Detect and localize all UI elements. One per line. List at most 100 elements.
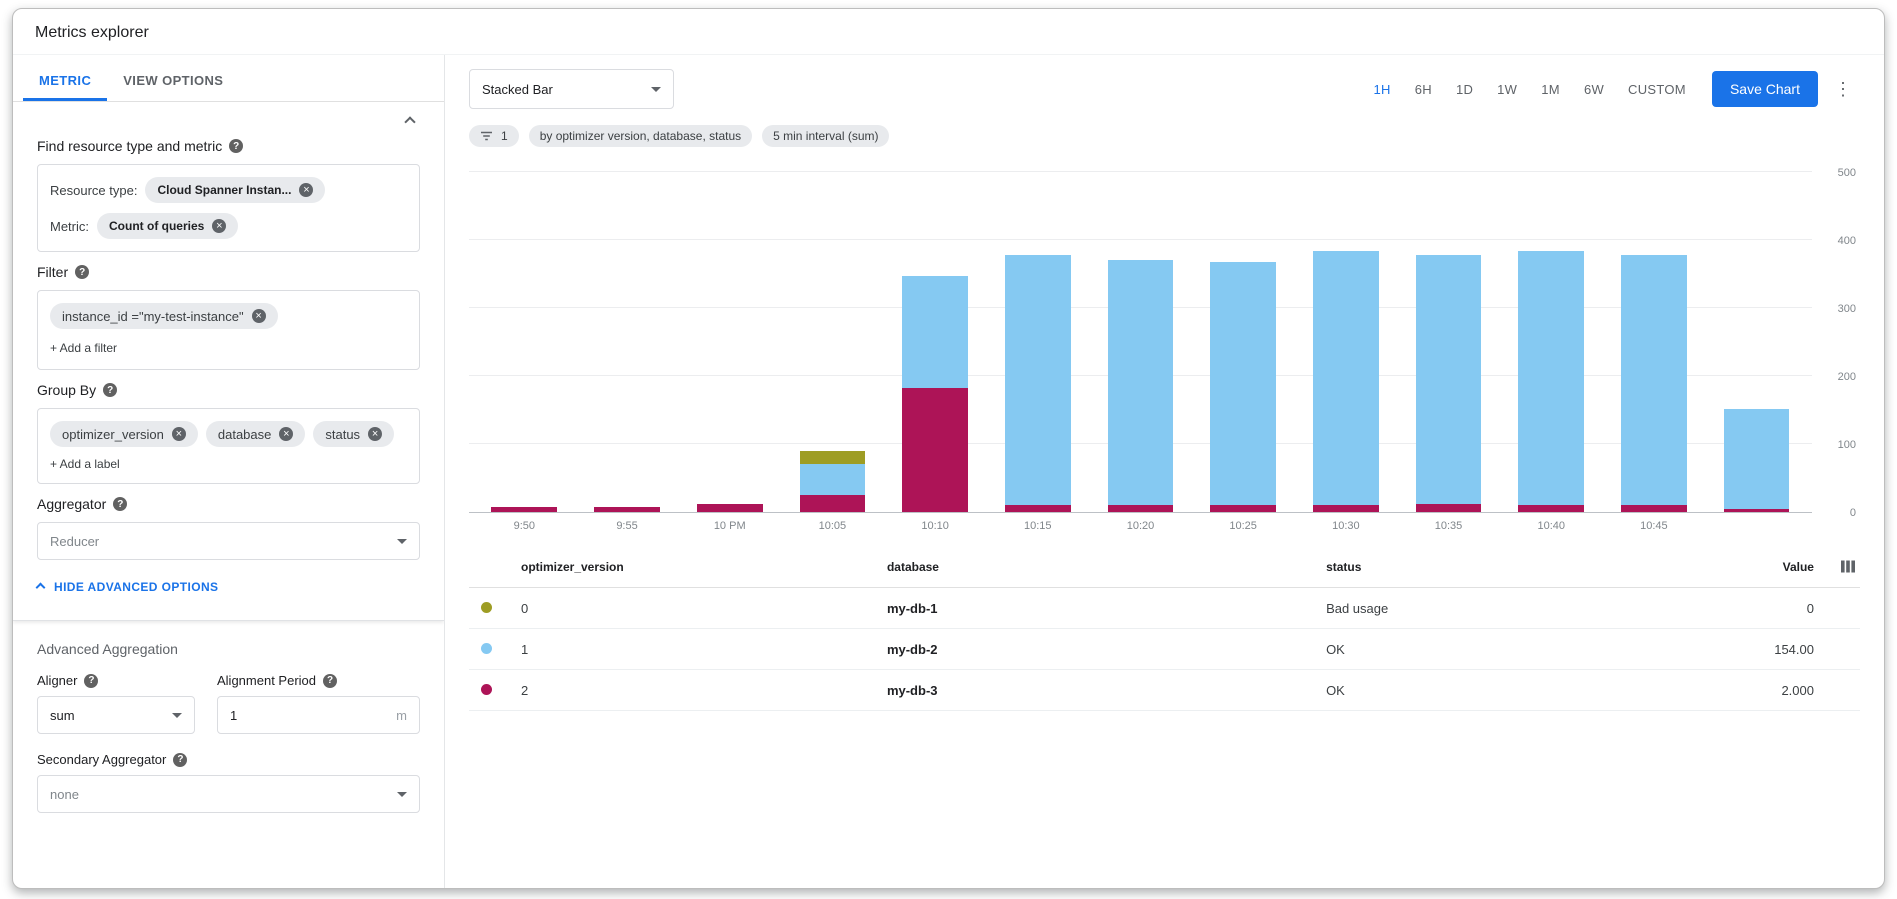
help-icon-secondary-aggregator[interactable] xyxy=(173,753,187,767)
hide-advanced-options-label: HIDE ADVANCED OPTIONS xyxy=(54,580,218,594)
chart-filters-row: 1 by optimizer version, database, status… xyxy=(445,117,1884,161)
bars-layer xyxy=(469,173,1812,512)
cell-optimizer-version: 1 xyxy=(521,642,887,657)
stacked-bar-10:35[interactable] xyxy=(1416,255,1482,512)
chart-toolbar: Stacked Bar 1H6H1D1W1M6WCUSTOM Save Char… xyxy=(445,55,1884,117)
remove-resource-type-icon[interactable] xyxy=(299,183,313,197)
help-icon-filter[interactable] xyxy=(75,265,89,279)
filter-chip[interactable]: instance_id ="my-test-instance" xyxy=(50,303,278,329)
x-tick-label xyxy=(1705,520,1808,532)
remove-metric-icon[interactable] xyxy=(212,219,226,233)
remove-chip-icon[interactable] xyxy=(172,427,186,441)
table-row[interactable]: 2my-db-3OK2.000 xyxy=(469,670,1860,711)
stacked-bar-9:55[interactable] xyxy=(594,507,660,512)
help-icon-alignment-period[interactable] xyxy=(323,674,337,688)
cell-database: my-db-2 xyxy=(887,642,1326,657)
stacked-bar-10:30[interactable] xyxy=(1313,251,1379,512)
bar-segment-series-2 xyxy=(1108,505,1174,512)
save-chart-button[interactable]: Save Chart xyxy=(1712,71,1818,107)
y-tick-label: 300 xyxy=(1838,303,1856,315)
stacked-bar-9:50[interactable] xyxy=(491,507,557,512)
add-label-button[interactable]: + Add a label xyxy=(50,457,120,471)
time-range-6w[interactable]: 6W xyxy=(1572,73,1616,106)
stacked-bar-10:10[interactable] xyxy=(902,276,968,512)
series-color-dot xyxy=(481,684,492,695)
filter-count-chip[interactable]: 1 xyxy=(469,125,519,147)
stacked-bar-10:15[interactable] xyxy=(1005,255,1071,512)
help-icon-resource[interactable] xyxy=(229,139,243,153)
stacked-bar-10:40[interactable] xyxy=(1518,251,1584,512)
bar-slot-10:20 xyxy=(1089,173,1192,512)
collapse-card-icon[interactable] xyxy=(404,116,415,127)
stacked-bar-10:45[interactable] xyxy=(1621,255,1687,512)
y-tick-label: 500 xyxy=(1838,167,1856,179)
time-range-1h[interactable]: 1H xyxy=(1362,73,1403,106)
help-icon-aggregator[interactable] xyxy=(113,497,127,511)
stacked-bar-10:25[interactable] xyxy=(1210,262,1276,512)
column-picker-icon[interactable] xyxy=(1840,560,1856,573)
header-database[interactable]: database xyxy=(887,560,1326,574)
cell-color xyxy=(469,683,521,698)
time-range-custom[interactable]: CUSTOM xyxy=(1616,73,1698,106)
group-by-chip-optimizer_version[interactable]: optimizer_version xyxy=(50,421,198,447)
aligner-label: Aligner xyxy=(37,673,77,688)
bar-segment-series-2 xyxy=(1313,505,1379,512)
hide-advanced-options-button[interactable]: HIDE ADVANCED OPTIONS xyxy=(37,580,420,594)
stacked-bar-10:20[interactable] xyxy=(1108,260,1174,512)
advanced-aggregation-heading: Advanced Aggregation xyxy=(37,641,420,657)
stacked-bar-10:50[interactable] xyxy=(1724,409,1790,512)
group-by-chip-database[interactable]: database xyxy=(206,421,306,447)
header-value[interactable]: Value xyxy=(1680,560,1814,574)
group-by-summary-chip[interactable]: by optimizer version, database, status xyxy=(529,125,752,147)
aligner-select[interactable]: sum xyxy=(37,696,195,734)
chevron-down-icon xyxy=(397,792,407,797)
help-icon-group-by[interactable] xyxy=(103,383,117,397)
add-filter-button[interactable]: + Add a filter xyxy=(50,341,117,355)
time-range-1m[interactable]: 1M xyxy=(1529,73,1572,106)
bar-slot-9:50 xyxy=(473,173,576,512)
remove-chip-icon[interactable] xyxy=(368,427,382,441)
header-status[interactable]: status xyxy=(1326,560,1680,574)
table-row[interactable]: 1my-db-2OK154.00 xyxy=(469,629,1860,670)
series-color-dot xyxy=(481,602,492,613)
resource-metric-section: Find resource type and metric Resource t… xyxy=(37,138,420,252)
help-icon-aligner[interactable] xyxy=(84,674,98,688)
group-by-heading: Group By xyxy=(37,382,96,398)
interval-chip[interactable]: 5 min interval (sum) xyxy=(762,125,889,147)
aggregator-select[interactable]: Reducer xyxy=(37,522,420,560)
secondary-aggregator-select[interactable]: none xyxy=(37,775,420,813)
chip-label: by optimizer version, database, status xyxy=(540,130,741,142)
stacked-bar-10 PM[interactable] xyxy=(697,504,763,512)
tab-view-options[interactable]: VIEW OPTIONS xyxy=(107,55,239,101)
resource-heading: Find resource type and metric xyxy=(37,138,222,154)
x-tick-label: 10 PM xyxy=(678,520,781,532)
time-range-1d[interactable]: 1D xyxy=(1444,73,1485,106)
y-tick-label: 400 xyxy=(1838,235,1856,247)
bar-slot-10:25 xyxy=(1192,173,1295,512)
remove-chip-icon[interactable] xyxy=(279,427,293,441)
alignment-period-input[interactable]: 1 m xyxy=(217,696,420,734)
x-tick-label: 10:15 xyxy=(986,520,1089,532)
time-range-6h[interactable]: 6H xyxy=(1403,73,1444,106)
group-by-chip-status[interactable]: status xyxy=(313,421,394,447)
chip-label: 5 min interval (sum) xyxy=(773,130,878,142)
cell-database: my-db-1 xyxy=(887,601,1326,616)
tab-metric[interactable]: METRIC xyxy=(23,55,107,101)
time-range-1w[interactable]: 1W xyxy=(1485,73,1529,106)
header-optimizer-version[interactable]: optimizer_version xyxy=(521,560,887,574)
metric-card: Find resource type and metric Resource t… xyxy=(13,102,444,621)
chip-label: Cloud Spanner Instan... xyxy=(157,184,291,196)
bar-segment-series-2 xyxy=(1005,505,1071,512)
table-row[interactable]: 0my-db-1Bad usage0 xyxy=(469,588,1860,629)
chart-type-select[interactable]: Stacked Bar xyxy=(469,69,674,109)
x-tick-label: 10:10 xyxy=(884,520,987,532)
x-tick-label: 10:25 xyxy=(1192,520,1295,532)
chart-plot-area[interactable] xyxy=(469,173,1812,513)
bar-slot-10:45 xyxy=(1603,173,1706,512)
stacked-bar-10:05[interactable] xyxy=(800,451,866,512)
chart-y-axis: 0100200300400500 xyxy=(1812,173,1860,513)
resource-type-chip[interactable]: Cloud Spanner Instan... xyxy=(145,177,325,203)
metric-chip[interactable]: Count of queries xyxy=(97,213,238,239)
remove-filter-icon[interactable] xyxy=(252,309,266,323)
more-options-icon[interactable] xyxy=(1826,79,1860,100)
